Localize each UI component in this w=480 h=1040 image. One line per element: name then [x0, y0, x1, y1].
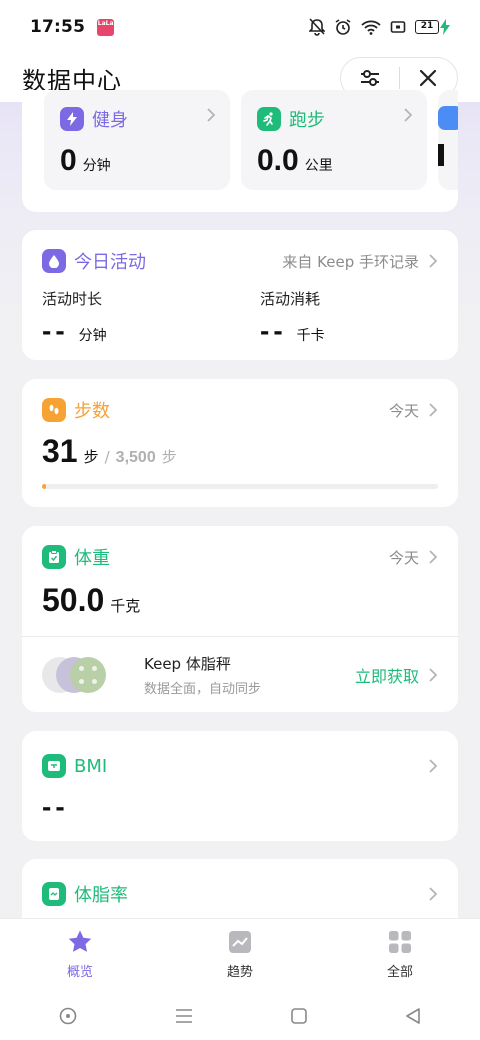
chevron-right-icon [429, 550, 438, 564]
weight-card: 体重 今天 50.0 千克 Keep 体脂秤 数据全面，自动同步 立即获取 [22, 526, 458, 712]
steps-period: 今天 [388, 401, 419, 420]
chevron-right-icon [207, 108, 216, 122]
duration-unit: 分钟 [78, 328, 107, 344]
promo-action-button[interactable]: 立即获取 [355, 663, 419, 687]
duration-value: -- [42, 315, 69, 346]
tab-overview[interactable]: 概览 [0, 919, 160, 992]
assistant-icon[interactable] [58, 1006, 78, 1026]
close-icon [420, 69, 437, 87]
bottom-tab-bar: 概览 趋势 全部 [0, 918, 480, 992]
tab-overview-label: 概览 [66, 965, 93, 980]
running-icon [257, 107, 281, 131]
steps-progress-track [42, 484, 438, 489]
clipboard-icon [42, 545, 66, 569]
weight-title: 体重 [74, 548, 110, 569]
chevron-right-icon [429, 887, 438, 901]
lightning-icon [60, 107, 84, 131]
promo-subtitle: 数据全面，自动同步 [144, 681, 262, 697]
steps-goal-unit: 步 [161, 448, 177, 466]
chevron-right-icon [404, 108, 413, 122]
weight-main[interactable]: 体重 今天 50.0 千克 [22, 526, 458, 636]
bell-muted-icon [309, 18, 325, 36]
steps-separator: / [104, 448, 110, 466]
tile-icon [438, 106, 458, 130]
fitness-title: 健身 [92, 110, 128, 131]
chevron-right-icon [429, 667, 438, 682]
alarm-icon [335, 19, 351, 35]
summary-card: 健身 0 分钟 跑步 0.0 公里 [22, 90, 458, 212]
steps-value: 31 [42, 433, 78, 469]
tab-trends[interactable]: 趋势 [160, 919, 320, 992]
bodyfat-title: 体脂率 [74, 885, 128, 906]
promo-title: Keep 体脂秤 [144, 654, 231, 673]
fitness-value: 0 [60, 144, 77, 177]
scale-image [42, 655, 106, 695]
battery-indicator: 21 [415, 19, 450, 35]
burn-value: -- [260, 315, 287, 346]
chevron-right-icon [429, 254, 438, 268]
menu-icon[interactable] [174, 1008, 194, 1024]
tile-value-partial [438, 144, 444, 166]
bmi-value: -- [42, 791, 69, 822]
activity-title: 今日活动 [74, 252, 146, 273]
running-tile[interactable]: 跑步 0.0 公里 [241, 90, 427, 190]
sim-icon [390, 21, 406, 33]
activity-card[interactable]: 今日活动 来自 Keep 手环记录 活动时长 -- 分钟 活动消耗 -- 千卡 [22, 230, 458, 360]
chevron-right-icon [429, 403, 438, 417]
duration-label: 活动时长 [42, 290, 103, 308]
fitness-unit: 分钟 [82, 158, 111, 174]
activity-source: 来自 Keep 手环记录 [282, 252, 419, 271]
steps-goal: 3,500 [115, 449, 156, 466]
steps-unit: 步 [83, 448, 99, 466]
status-icons: 21 [309, 18, 450, 36]
bmi-card[interactable]: BMI -- [22, 731, 458, 841]
battery-level: 21 [415, 20, 439, 34]
bodyfat-card[interactable]: 体脂率 [22, 859, 458, 918]
system-nav-bar [0, 992, 480, 1040]
drop-icon [42, 249, 66, 273]
burn-label: 活动消耗 [260, 290, 321, 308]
trend-chart-icon [229, 931, 251, 953]
steps-card[interactable]: 步数 今天 31 步 / 3,500 步 [22, 379, 458, 507]
tab-trends-label: 趋势 [226, 965, 253, 980]
weight-unit: 千克 [110, 597, 141, 615]
scale-promo[interactable]: Keep 体脂秤 数据全面，自动同步 立即获取 [22, 637, 458, 712]
running-title: 跑步 [289, 110, 325, 131]
app-badge-text: LaLa [97, 19, 114, 27]
sliders-icon [360, 70, 379, 86]
scale-icon [42, 754, 66, 778]
grid-icon [389, 931, 411, 953]
bmi-title: BMI [74, 755, 108, 777]
fitness-tile[interactable]: 健身 0 分钟 [44, 90, 230, 190]
star-icon [68, 930, 92, 952]
tab-all[interactable]: 全部 [320, 919, 480, 992]
footprints-icon [42, 398, 66, 422]
steps-progress-fill [42, 484, 46, 489]
back-icon[interactable] [404, 1007, 422, 1025]
status-bar: 17:55 LaLa 21 [0, 0, 480, 54]
weight-period: 今天 [388, 548, 419, 567]
burn-unit: 千卡 [296, 328, 325, 344]
next-tile-partial[interactable] [438, 90, 458, 190]
steps-title: 步数 [74, 401, 110, 422]
bodyfat-icon [42, 882, 66, 906]
running-unit: 公里 [304, 158, 333, 174]
tab-all-label: 全部 [386, 965, 413, 980]
wifi-icon [361, 20, 381, 35]
weight-value: 50.0 [42, 582, 105, 618]
running-value: 0.0 [257, 144, 299, 177]
app-notification-icon: LaLa [97, 18, 115, 36]
status-time: 17:55 [30, 17, 86, 37]
charging-icon [440, 19, 450, 35]
home-icon[interactable] [290, 1007, 308, 1025]
chevron-right-icon [429, 759, 438, 773]
